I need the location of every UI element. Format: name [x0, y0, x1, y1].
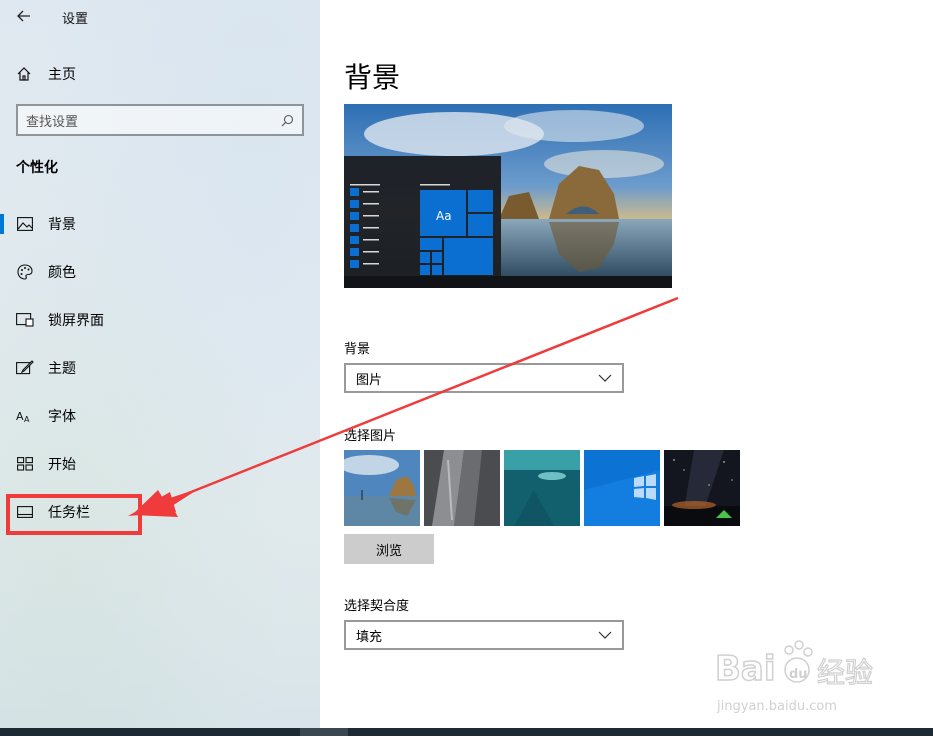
home-icon — [17, 67, 31, 81]
picture-thumbnail-1[interactable] — [344, 450, 420, 526]
choose-picture-label: 选择图片 — [344, 429, 397, 444]
watermark-url: jingyan.baidu.com — [716, 699, 837, 714]
fit-dropdown[interactable]: 填充 — [344, 620, 624, 650]
fit-dropdown-value: 填充 — [356, 629, 383, 645]
background-dropdown-value: 图片 — [356, 372, 383, 388]
theme-brush-icon — [16, 359, 34, 377]
search-icon — [280, 113, 294, 127]
active-marker — [0, 214, 4, 234]
taskbar-active-segment — [300, 728, 348, 736]
desktop-preview: Aa — [344, 104, 672, 288]
picture-thumbnail-5[interactable] — [664, 450, 740, 526]
sidebar-item-label: 开始 — [48, 457, 76, 473]
watermark-cn: 经验 — [817, 656, 873, 689]
start-grid-icon — [16, 455, 34, 473]
sidebar-item-fonts[interactable]: AA 字体 — [0, 396, 320, 436]
fit-label: 选择契合度 — [344, 599, 410, 614]
sidebar-item-themes[interactable]: 主题 — [0, 348, 320, 388]
sidebar-item-start[interactable]: 开始 — [0, 444, 320, 484]
lock-screen-icon — [16, 311, 34, 329]
search-placeholder: 查找设置 — [26, 114, 79, 130]
sidebar-item-background[interactable]: 背景 — [0, 204, 320, 244]
sidebar-item-label: 背景 — [48, 217, 76, 233]
taskbar — [0, 728, 933, 736]
baidu-watermark: Bai du 经验 jingyan.baidu.com — [714, 630, 885, 720]
sidebar-item-colors[interactable]: 颜色 — [0, 252, 320, 292]
home-label: 主页 — [48, 67, 76, 83]
page-title: 背景 — [344, 61, 401, 94]
sidebar-item-lock-screen[interactable]: 锁屏界面 — [0, 300, 320, 340]
window-title: 设置 — [62, 12, 89, 27]
svg-text:A: A — [16, 410, 24, 423]
sidebar: 设置 主页 查找设置 个性化 背景 颜色 锁屏界面 主题 A A 字体 开始 任… — [0, 0, 320, 728]
picture-thumbnail-4[interactable] — [584, 450, 660, 526]
sidebar-item-label: 锁屏界面 — [48, 313, 104, 329]
background-dropdown[interactable]: 图片 — [344, 363, 624, 393]
watermark-brand: Bai — [715, 649, 776, 689]
picture-icon — [16, 215, 34, 233]
search-input[interactable]: 查找设置 — [16, 104, 304, 136]
annotation-highlight-box — [6, 494, 142, 535]
watermark-paw-text: du — [789, 667, 808, 682]
palette-icon — [16, 263, 34, 281]
svg-text:A: A — [24, 415, 30, 423]
home-nav[interactable]: 主页 — [16, 64, 76, 84]
chevron-down-icon — [598, 631, 612, 639]
preview-sample-text: Aa — [436, 209, 452, 223]
preview-image: Aa — [344, 104, 672, 288]
back-button[interactable] — [10, 5, 38, 27]
picture-thumbnail-3[interactable] — [504, 450, 580, 526]
picture-thumbnail-2[interactable] — [424, 450, 500, 526]
back-arrow-icon — [17, 10, 30, 22]
sidebar-item-label: 字体 — [48, 409, 76, 425]
sidebar-item-label: 主题 — [48, 361, 76, 377]
chevron-down-icon — [598, 374, 612, 382]
section-title: 个性化 — [16, 160, 58, 176]
browse-button[interactable]: 浏览 — [344, 534, 434, 564]
font-icon: AA — [16, 407, 34, 425]
background-label: 背景 — [344, 342, 371, 357]
sidebar-item-label: 颜色 — [48, 265, 76, 281]
main-content: 背景 Aa 背景 图片 选择图片 浏览 选择契合度 填充 Bai du 经验 j… — [320, 0, 933, 728]
